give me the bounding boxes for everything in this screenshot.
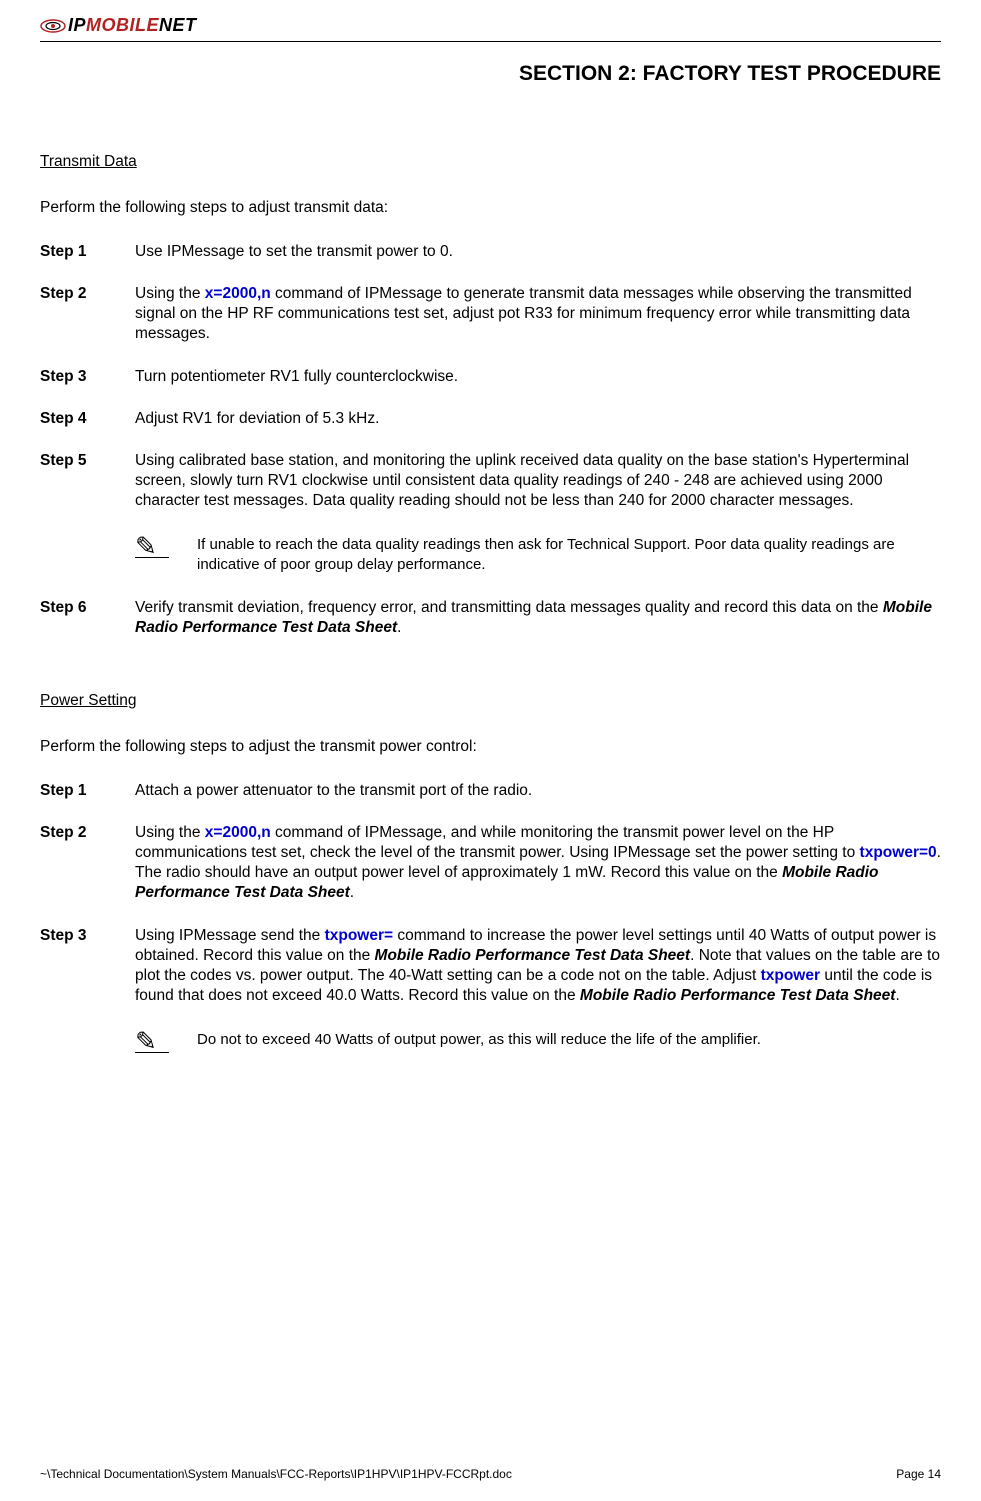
- page-header: IPMOBILENET: [40, 10, 941, 39]
- transmit-step-5: Step 5 Using calibrated base station, an…: [40, 451, 941, 511]
- command-text: txpower=: [325, 927, 393, 944]
- step-body: Using the x=2000,n command of IPMessage …: [135, 284, 941, 344]
- step-body: Attach a power attenuator to the transmi…: [135, 781, 941, 801]
- page-footer: ~\Technical Documentation\System Manuals…: [40, 1467, 941, 1483]
- power-heading: Power Setting: [40, 691, 941, 711]
- step-body: Adjust RV1 for deviation of 5.3 kHz.: [135, 409, 941, 429]
- note-text: If unable to reach the data quality read…: [197, 535, 941, 574]
- section-title: SECTION 2: FACTORY TEST PROCEDURE: [40, 60, 941, 87]
- step-label: Step 5: [40, 451, 135, 471]
- power-note: ✎ Do not to exceed 40 Watts of output po…: [135, 1030, 941, 1055]
- header-rule: [40, 41, 941, 42]
- command-text: txpower: [761, 967, 820, 984]
- transmit-step-4: Step 4 Adjust RV1 for deviation of 5.3 k…: [40, 409, 941, 429]
- power-step-3: Step 3 Using IPMessage send the txpower=…: [40, 926, 941, 1007]
- power-step-2: Step 2 Using the x=2000,n command of IPM…: [40, 823, 941, 904]
- power-step-1: Step 1 Attach a power attenuator to the …: [40, 781, 941, 801]
- command-text: txpower=0: [860, 844, 937, 861]
- footer-page: Page 14: [896, 1467, 941, 1483]
- pencil-icon: ✎: [135, 533, 173, 558]
- pencil-icon: ✎: [135, 1028, 173, 1053]
- step-body: Turn potentiometer RV1 fully countercloc…: [135, 367, 941, 387]
- step-body: Using calibrated base station, and monit…: [135, 451, 941, 511]
- power-intro: Perform the following steps to adjust th…: [40, 737, 941, 757]
- command-text: x=2000,n: [205, 824, 271, 841]
- step-label: Step 3: [40, 367, 135, 387]
- content: Transmit Data Perform the following step…: [40, 88, 941, 1055]
- step-body: Using IPMessage send the txpower= comman…: [135, 926, 941, 1007]
- transmit-intro: Perform the following steps to adjust tr…: [40, 198, 941, 218]
- transmit-step-3: Step 3 Turn potentiometer RV1 fully coun…: [40, 367, 941, 387]
- step-label: Step 2: [40, 823, 135, 843]
- step-body: Use IPMessage to set the transmit power …: [135, 242, 941, 262]
- command-text: x=2000,n: [205, 285, 271, 302]
- transmit-step-6: Step 6 Verify transmit deviation, freque…: [40, 598, 941, 638]
- step-label: Step 4: [40, 409, 135, 429]
- note-text: Do not to exceed 40 Watts of output powe…: [197, 1030, 941, 1050]
- step-label: Step 6: [40, 598, 135, 618]
- step-label: Step 1: [40, 242, 135, 262]
- transmit-note: ✎ If unable to reach the data quality re…: [135, 535, 941, 574]
- transmit-heading: Transmit Data: [40, 152, 941, 172]
- power-section: Power Setting Perform the following step…: [40, 691, 941, 1056]
- logo-icon: [40, 16, 66, 36]
- logo-text: IPMOBILENET: [68, 14, 197, 37]
- transmit-step-2: Step 2 Using the x=2000,n command of IPM…: [40, 284, 941, 344]
- transmit-step-1: Step 1 Use IPMessage to set the transmit…: [40, 242, 941, 262]
- datasheet-ref: Mobile Radio Performance Test Data Sheet: [580, 987, 896, 1004]
- logo: IPMOBILENET: [40, 14, 197, 37]
- page: IPMOBILENET SECTION 2: FACTORY TEST PROC…: [0, 0, 981, 1501]
- datasheet-ref: Mobile Radio Performance Test Data Sheet: [375, 947, 691, 964]
- footer-path: ~\Technical Documentation\System Manuals…: [40, 1467, 512, 1483]
- step-label: Step 2: [40, 284, 135, 304]
- step-label: Step 1: [40, 781, 135, 801]
- step-body: Verify transmit deviation, frequency err…: [135, 598, 941, 638]
- step-label: Step 3: [40, 926, 135, 946]
- step-body: Using the x=2000,n command of IPMessage,…: [135, 823, 941, 904]
